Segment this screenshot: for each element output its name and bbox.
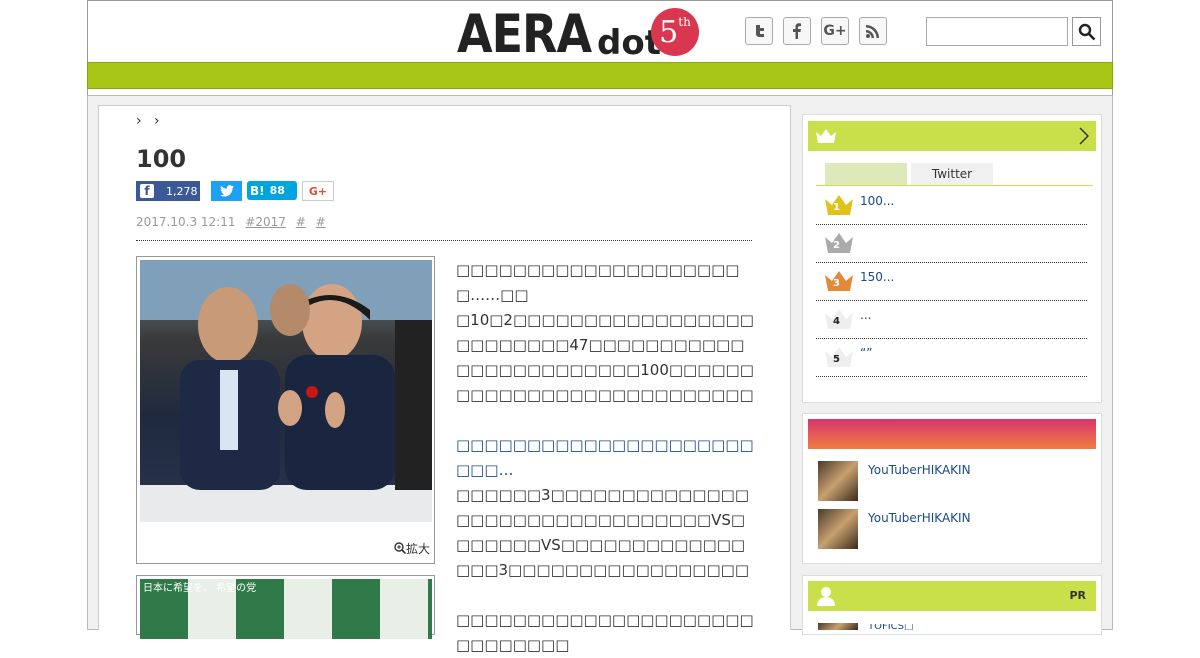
related-article-link[interactable]: □□□□□□□□□□□□□□□□□□□□□□□□…: [456, 433, 756, 483]
ranking-item[interactable]: 5 “”: [816, 338, 1087, 377]
article-photo-2[interactable]: 日本に希望を。 希望の党: [136, 575, 435, 639]
article-paragraph: □□□□□□□□□□□□□□□□□□□□□……□□: [456, 261, 740, 304]
ranking-item-title[interactable]: 150...: [860, 270, 894, 284]
anniversary-number: 5: [659, 14, 679, 50]
tag-link[interactable]: #2017: [245, 215, 286, 229]
search-button[interactable]: [1072, 17, 1101, 46]
person-icon: [817, 587, 835, 606]
tag-link[interactable]: #: [316, 215, 326, 229]
zoom-icon: [394, 542, 407, 555]
anniversary-badge: 5th: [651, 8, 699, 56]
article-paragraph: □□□□□□3□□□□□□□□□□□□□□□□□□□□□□□□□□□□□□□□V…: [456, 486, 749, 579]
twitter-bird-icon: [219, 185, 234, 197]
tab-ranking-twitter[interactable]: Twitter: [911, 163, 993, 185]
breadcrumb[interactable]: › ›: [136, 113, 164, 129]
photo-2-caption: 日本に希望を。 希望の党: [143, 583, 257, 594]
ranking-item[interactable]: 1 100...: [816, 186, 1087, 225]
facebook-share-button[interactable]: f 1,278: [136, 181, 200, 201]
rank-number: 1: [833, 202, 840, 213]
photo-image: [140, 260, 432, 522]
ranking-item[interactable]: 3 150...: [816, 262, 1087, 301]
pr-thumbnail[interactable]: [818, 623, 858, 630]
article-title: 100: [136, 145, 187, 173]
tab-ranking-default[interactable]: [825, 163, 907, 185]
crown-icon: [816, 129, 836, 143]
search-input[interactable]: [926, 17, 1068, 46]
ranking-item-title[interactable]: 100...: [860, 194, 894, 208]
facebook-share-count: 1,278: [166, 184, 198, 198]
zoom-label: 拡大: [405, 542, 430, 556]
hatena-bookmark-button[interactable]: B! 88: [247, 181, 297, 200]
google-plus-button[interactable]: G+: [821, 17, 849, 45]
ranking-item-title[interactable]: ...: [860, 308, 871, 322]
ranking-header[interactable]: [808, 121, 1096, 151]
article-meta: 2017.10.3 12:11 #2017 # #: [136, 215, 332, 229]
rank-number: 2: [833, 240, 840, 251]
rank-number: 5: [833, 354, 840, 365]
hatena-icon: B!: [250, 183, 265, 198]
pr-label: PR: [1069, 589, 1086, 602]
anniversary-suffix: th: [678, 15, 691, 29]
facebook-icon: [793, 23, 801, 39]
ranking-tabs: Twitter: [825, 163, 993, 185]
site-logo[interactable]: AERA dot.: [457, 6, 674, 60]
rank-number: 3: [833, 278, 840, 289]
ranking-item[interactable]: 4 ...: [816, 300, 1087, 339]
article-paragraph: □10□2□□□□□□□□□□□□□□□□□□□□□□□□□47□□□□□□□□…: [456, 311, 754, 404]
politicians-photo-illustration: [140, 260, 432, 522]
global-nav-bar: [87, 62, 1113, 89]
chevron-right-icon: [1079, 127, 1089, 145]
twitter-button[interactable]: [745, 17, 773, 45]
feature-item-title[interactable]: YouTuberHIKAKIN: [868, 463, 971, 477]
article-photo[interactable]: 拡大: [136, 256, 435, 564]
zoom-link[interactable]: 拡大: [394, 540, 430, 557]
rss-button[interactable]: [859, 17, 887, 45]
hatena-count: 88: [269, 184, 285, 197]
feature-item-title[interactable]: YouTuberHIKAKIN: [868, 511, 971, 525]
feature-header: [808, 419, 1096, 449]
logo-main-text: AERA: [457, 2, 592, 65]
feature-thumbnail[interactable]: [818, 461, 858, 501]
article-date: 2017.10.3 12:11: [136, 215, 236, 229]
pr-item-title[interactable]: TOFICS□: [868, 624, 913, 630]
rss-icon: [866, 25, 879, 38]
pr-header: PR: [808, 581, 1096, 611]
ranking-item-title[interactable]: “”: [860, 346, 872, 360]
google-plus-icon: G+: [823, 23, 847, 39]
google-plus-share-icon: G+: [308, 184, 328, 198]
ranking-item[interactable]: 2: [816, 224, 1087, 263]
rank-number: 4: [833, 316, 840, 327]
article-paragraph: □□□□□□□□□□□□□□□□□□□□□□□□□□□□□: [456, 611, 754, 654]
twitter-icon: [756, 25, 764, 37]
search-icon: [1078, 23, 1095, 40]
tag-link[interactable]: #: [296, 215, 306, 229]
feature-thumbnail[interactable]: [818, 509, 858, 549]
google-plus-share-button[interactable]: G+: [302, 181, 334, 201]
facebook-share-icon: f: [140, 184, 154, 198]
tweet-button[interactable]: [211, 181, 242, 201]
divider: [136, 240, 752, 241]
facebook-button[interactable]: [783, 17, 811, 45]
